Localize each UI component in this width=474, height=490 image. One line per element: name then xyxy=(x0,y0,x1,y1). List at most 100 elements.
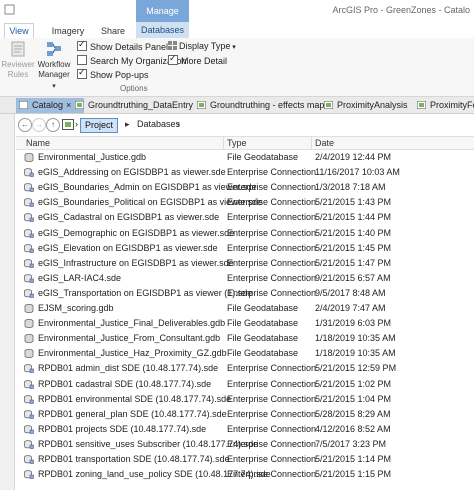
row-type: Enterprise Connection xyxy=(227,454,317,464)
row-name: eGIS_Cadastral on EGISDBP1 as viewer.sde xyxy=(38,212,220,223)
display-type-label: Display Type xyxy=(179,41,231,51)
row-type: Enterprise Connection xyxy=(227,182,317,193)
table-row[interactable]: Environmental_Justice_From_Consultant.gd… xyxy=(16,331,474,345)
row-name: Environmental_Justice.gdb xyxy=(38,152,147,162)
table-row[interactable]: RPDB01 general_plan SDE (10.48.177.74).s… xyxy=(16,407,474,421)
checkbox-checked-icon xyxy=(168,53,178,65)
row-date: 5/21/2015 12:59 PM xyxy=(315,363,397,374)
table-row[interactable]: RPDB01 admin_dist SDE (10.48.177.74).sde… xyxy=(16,361,474,375)
chevron-right-icon[interactable]: › xyxy=(75,118,78,131)
row-date: 9/5/2017 8:48 AM xyxy=(315,287,386,298)
connection-icon xyxy=(24,258,34,268)
doc-tab-proximityanalysis[interactable]: ProximityAnalysis xyxy=(321,98,421,113)
tab-view[interactable]: View xyxy=(4,23,34,39)
checkbox-unchecked-icon xyxy=(77,55,87,65)
column-divider[interactable] xyxy=(223,137,224,149)
row-type: File Geodatabase xyxy=(227,152,299,162)
column-divider[interactable] xyxy=(311,137,312,149)
table-row[interactable]: RPDB01 environmental SDE (10.48.177.74).… xyxy=(16,392,474,406)
table-row[interactable]: eGIS_Infrastructure on EGISDBP1 as viewe… xyxy=(16,256,474,270)
table-row[interactable]: Environmental_Justice.gdb File Geodatabas… xyxy=(16,150,474,164)
display-type-icon xyxy=(168,41,177,50)
left-pane-strip[interactable]: ◀ xyxy=(0,98,15,490)
forward-arrow-icon[interactable]: → xyxy=(32,118,46,132)
column-name-header[interactable]: Name xyxy=(26,137,50,149)
connection-icon xyxy=(24,273,34,283)
workflow-manager-label: Workflow Manager xyxy=(37,60,71,79)
table-row[interactable]: eGIS_Transportation on EGISDBP1 as viewe… xyxy=(16,286,474,300)
chevron-down-icon: ▾ xyxy=(52,83,56,90)
table-row[interactable]: eGIS_Elevation on EGISDBP1 as viewer.sde… xyxy=(16,241,474,255)
close-icon[interactable]: × xyxy=(66,100,71,110)
row-type: Enterprise Connection xyxy=(227,378,317,389)
row-name: RPDB01 sensitive_uses Subscriber (10.48.… xyxy=(38,438,259,449)
breadcrumb-project[interactable]: Project xyxy=(80,118,119,133)
row-date: 5/21/2015 1:43 PM xyxy=(315,197,392,208)
row-date: 5/21/2015 1:44 PM xyxy=(315,212,392,223)
row-date: 5/21/2015 1:04 PM xyxy=(315,393,392,404)
title-bar: ArcGIS Pro - GreenZones - Catalo xyxy=(0,0,474,23)
layout-icon xyxy=(417,101,426,109)
table-row[interactable]: RPDB01 projects SDE (10.48.177.74).sde En… xyxy=(16,422,474,436)
more-detail-label: More Detail xyxy=(181,56,228,66)
table-row[interactable]: RPDB01 cadastral SDE (10.48.177.74).sde E… xyxy=(16,377,474,391)
show-popups-checkbox[interactable]: Show Pop-ups xyxy=(77,67,149,80)
table-row[interactable]: eGIS_Boundaries_Admin on EGISDBP1 as vie… xyxy=(16,180,474,194)
table-row[interactable]: Environmental_Justice_Haz_Proximity_GZ.g… xyxy=(16,346,474,360)
table-row[interactable]: eGIS_LAR-IAC4.sde Enterprise Connection 9/… xyxy=(16,271,474,285)
connection-icon xyxy=(24,213,34,223)
more-detail-checkbox[interactable]: More Detail xyxy=(168,53,228,66)
show-popups-label: Show Pop-ups xyxy=(90,70,149,80)
doc-tab-groundtruthing-dataentry[interactable]: Groundtruthing_DataEntry xyxy=(72,98,198,113)
chevron-right-icon[interactable]: › xyxy=(177,118,180,131)
breadcrumb-databases[interactable]: Databases xyxy=(137,118,180,131)
row-type: Enterprise Connection xyxy=(227,408,317,419)
table-row[interactable]: RPDB01 sensitive_uses Subscriber (10.48.… xyxy=(16,437,474,451)
table-row[interactable]: RPDB01 zoning_land_use_policy SDE (10.48… xyxy=(16,467,474,481)
doc-tab-label: Groundtruthing - effects maps xyxy=(210,100,329,110)
quick-access-icon[interactable] xyxy=(4,4,16,16)
row-type: File Geodatabase xyxy=(227,348,299,359)
back-arrow-icon[interactable]: ← xyxy=(18,118,32,132)
table-row[interactable]: EJSM_scoring.gdb File Geodatabase 2/4/2019… xyxy=(16,301,474,315)
row-type: Enterprise Connection xyxy=(227,257,317,268)
workflow-manager-button[interactable]: Workflow Manager ▾ xyxy=(36,40,72,92)
options-group-label: Options xyxy=(120,84,148,93)
doc-tab-groundtruthing-effects-maps[interactable]: Groundtruthing - effects maps xyxy=(194,98,336,113)
reviewer-rules-label: Reviewer Rules xyxy=(1,60,35,79)
display-type-dropdown[interactable]: Display Type ▾ xyxy=(168,41,236,51)
up-arrow-icon[interactable]: ↑ xyxy=(46,118,60,132)
row-date: 5/21/2015 1:02 PM xyxy=(315,378,392,389)
catalog-root-icon[interactable] xyxy=(62,119,74,130)
row-date: 1/31/2019 6:03 PM xyxy=(315,318,392,329)
row-date: 7/5/2017 3:23 PM xyxy=(315,438,387,449)
connection-icon xyxy=(24,455,34,464)
reviewer-rules-button[interactable]: Reviewer Rules xyxy=(0,40,36,80)
table-row[interactable]: Environmental_Justice_Final_Deliverables… xyxy=(16,316,474,330)
row-type: Enterprise Connection xyxy=(227,212,317,223)
column-date-header[interactable]: Date xyxy=(315,137,334,149)
connection-icon xyxy=(24,228,34,238)
tab-databases[interactable]: Databases xyxy=(136,22,189,38)
doc-tab-proximityforr[interactable]: ProximityForR xyxy=(414,98,474,113)
chevron-right-icon[interactable]: ▸ xyxy=(125,118,133,131)
row-name: RPDB01 transportation SDE (10.48.177.74)… xyxy=(38,454,230,464)
table-row[interactable]: eGIS_Addressing on EGISDBP1 as viewer.sd… xyxy=(16,165,474,179)
reviewer-rules-icon xyxy=(11,41,25,57)
row-type: File Geodatabase xyxy=(227,318,299,329)
tab-imagery[interactable]: Imagery xyxy=(50,24,86,38)
tab-share[interactable]: Share xyxy=(99,24,127,38)
table-row[interactable]: eGIS_Boundaries_Political on EGISDBP1 as… xyxy=(16,195,474,209)
column-type-header[interactable]: Type xyxy=(227,137,247,149)
connection-icon xyxy=(24,168,34,177)
table-row[interactable]: eGIS_Demographic on EGISDBP1 as viewer.s… xyxy=(16,226,474,240)
show-details-panel-checkbox[interactable]: Show Details Panel xyxy=(77,39,168,52)
table-row[interactable]: RPDB01 transportation SDE (10.48.177.74)… xyxy=(16,452,474,466)
doc-tab-label: Catalog xyxy=(32,100,64,110)
table-row[interactable]: eGIS_Cadastral on EGISDBP1 as viewer.sde… xyxy=(16,210,474,224)
doc-tab-label: Groundtruthing_DataEntry xyxy=(88,100,194,110)
connection-icon xyxy=(24,379,34,389)
workflow-manager-icon xyxy=(47,42,61,56)
row-type: Enterprise Connection xyxy=(227,197,317,208)
row-date: 5/21/2015 1:14 PM xyxy=(315,454,392,464)
